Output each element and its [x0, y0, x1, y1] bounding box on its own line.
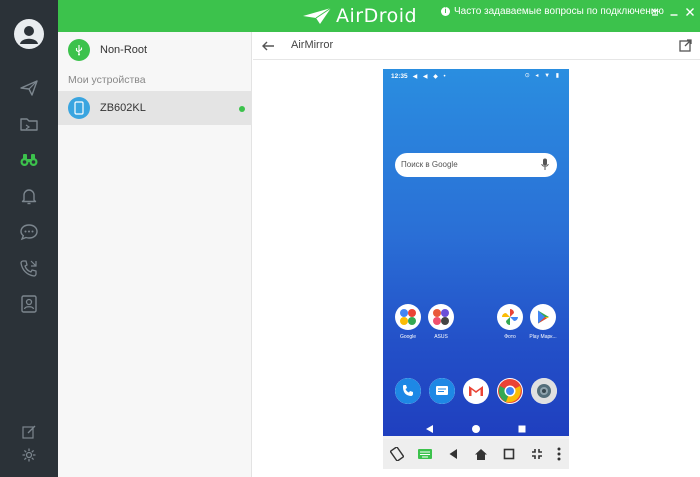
phone-status-bar: 12:35 ◀ ◀ ◆ • ⊙ ◂ ▼ ▮	[383, 69, 569, 83]
rotate-screen-icon[interactable]	[389, 446, 405, 462]
send-icon[interactable]	[17, 76, 41, 100]
binoculars-icon[interactable]	[17, 148, 41, 172]
back-button-icon[interactable]	[445, 446, 461, 462]
minimize-icon[interactable]	[667, 5, 681, 19]
home-button-icon[interactable]	[473, 446, 489, 462]
avatar[interactable]	[14, 19, 44, 49]
gmail-app-icon[interactable]	[463, 378, 489, 404]
minimize-to-tray-icon[interactable]	[648, 5, 662, 19]
app-google-folder[interactable]: Google	[394, 304, 422, 340]
user-icon	[20, 26, 38, 44]
nonroot-connection[interactable]: Non-Root	[58, 32, 252, 68]
play-store-icon	[530, 304, 556, 330]
airdroid-logo: AirDroid	[302, 4, 417, 28]
mirror-control-toolbar	[383, 439, 569, 469]
settings-icon[interactable]	[17, 443, 41, 467]
google-search-placeholder: Поиск в Google	[401, 160, 458, 169]
folder-icon[interactable]	[17, 112, 41, 136]
device-row[interactable]: ZB602KL	[58, 91, 252, 125]
keyboard-icon[interactable]	[417, 446, 433, 462]
online-status-dot	[239, 106, 245, 112]
camera-app-icon[interactable]	[531, 378, 557, 404]
logo-text: AirDroid	[336, 5, 418, 27]
edit-icon[interactable]	[17, 420, 41, 444]
app-label: ASUS	[434, 334, 448, 340]
phone-mirror-view[interactable]: 12:35 ◀ ◀ ◆ • ⊙ ◂ ▼ ▮ Поиск в Google Goo…	[383, 69, 569, 469]
phone-call-icon[interactable]	[17, 256, 41, 280]
my-devices-heading: Мои устройства	[68, 74, 146, 86]
app-play-store[interactable]: Play Марк...	[529, 304, 557, 340]
contacts-icon[interactable]	[17, 292, 41, 316]
close-icon[interactable]	[683, 5, 697, 19]
app-asus-folder[interactable]: ASUS	[427, 304, 455, 340]
mic-icon[interactable]	[541, 158, 549, 171]
phone-app-icon[interactable]	[395, 378, 421, 404]
system-status-icons: ⊙ ◂ ▼ ▮	[524, 73, 561, 79]
phone-device-icon	[68, 97, 90, 119]
app-label: Play Марк...	[529, 334, 557, 340]
device-name: ZB602KL	[100, 102, 146, 114]
faq-link[interactable]: i Часто задаваемые вопросы по подключени…	[441, 6, 664, 17]
messages-app-icon[interactable]	[429, 378, 455, 404]
paper-plane-logo-icon	[303, 7, 332, 24]
usb-icon	[68, 39, 90, 61]
asus-folder-icon	[428, 304, 454, 330]
google-search-bar[interactable]: Поиск в Google	[395, 153, 557, 177]
photos-icon	[497, 304, 523, 330]
more-options-icon[interactable]	[551, 446, 567, 462]
nav-back-icon[interactable]	[425, 423, 434, 436]
status-time: 12:35	[391, 72, 408, 80]
device-panel: Non-Root Мои устройства ZB602KL	[58, 32, 252, 477]
chat-icon[interactable]	[17, 220, 41, 244]
app-label: Фото	[504, 334, 516, 340]
app-label: Google	[399, 334, 417, 340]
android-nav-bar	[383, 421, 569, 436]
recents-button-icon[interactable]	[501, 446, 517, 462]
nav-recents-icon[interactable]	[517, 423, 527, 436]
nav-home-icon[interactable]	[471, 423, 481, 436]
nonroot-label: Non-Root	[100, 44, 148, 56]
notification-icons: ◀ ◀ ◆ •	[412, 73, 448, 80]
app-photos[interactable]: Фото	[496, 304, 524, 340]
faq-text: Часто задаваемые вопросы по подключению	[454, 6, 664, 17]
left-rail	[0, 0, 58, 477]
google-folder-icon	[395, 304, 421, 330]
panel-title: AirMirror	[291, 39, 334, 51]
info-icon: i	[441, 7, 450, 16]
bell-icon[interactable]	[17, 184, 41, 208]
popout-icon[interactable]	[679, 39, 692, 52]
fullscreen-icon[interactable]	[529, 446, 545, 462]
chrome-app-icon[interactable]	[497, 378, 523, 404]
airmirror-toolbar: AirMirror	[253, 32, 700, 60]
phone-screen[interactable]: 12:35 ◀ ◀ ◆ • ⊙ ◂ ▼ ▮ Поиск в Google Goo…	[383, 69, 569, 436]
airmirror-panel: AirMirror 12:35 ◀ ◀ ◆ • ⊙ ◂ ▼ ▮ Поиск в …	[253, 32, 700, 477]
back-arrow-icon[interactable]	[261, 39, 275, 53]
header-bar: AirDroid i Часто задаваемые вопросы по п…	[58, 0, 700, 32]
